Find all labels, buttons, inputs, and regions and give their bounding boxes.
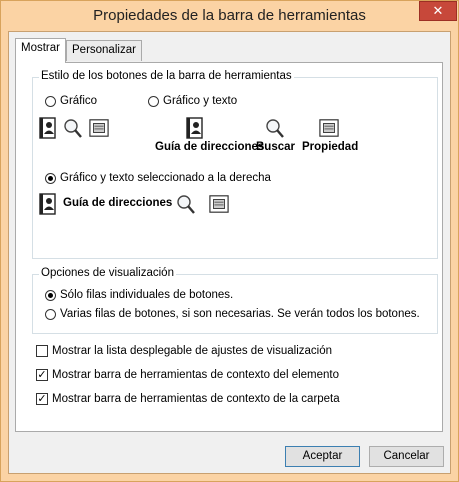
address-book-icon [185, 117, 205, 139]
search-icon [63, 117, 83, 139]
radio-texto-derecha-circle[interactable] [45, 172, 56, 184]
preview-right-label: Guía de direcciones [63, 197, 173, 209]
radio-filas-individuales-label: Sólo filas individuales de botones. [60, 289, 234, 301]
properties-icon [209, 193, 229, 215]
preview-label-propiedad: Propiedad [302, 141, 359, 153]
checkbox-contexto-elemento[interactable]: ✓ Mostrar barra de herramientas de conte… [36, 369, 339, 381]
search-icon [176, 193, 196, 215]
radio-varias-filas-label: Varias filas de botones, si son necesari… [60, 308, 420, 320]
checkbox-contexto-carpeta-label: Mostrar barra de herramientas de context… [52, 393, 340, 405]
radio-grafico-y-texto-label: Gráfico y texto [163, 95, 238, 107]
tab-personalizar[interactable]: Personalizar [66, 40, 142, 61]
checkbox-lista-ajustes-box[interactable] [36, 345, 48, 357]
ok-button[interactable]: Aceptar [285, 446, 360, 467]
radio-grafico-circle[interactable] [45, 95, 56, 107]
preview-label-buscar: Buscar [256, 141, 295, 153]
cancel-button[interactable]: Cancelar [369, 446, 444, 467]
button-style-group: Estilo de los botones de la barra de her… [32, 70, 438, 259]
title-bar[interactable]: Propiedades de la barra de herramientas … [1, 1, 458, 31]
search-icon [265, 117, 285, 139]
radio-grafico-label: Gráfico [60, 95, 98, 107]
checkbox-contexto-carpeta[interactable]: ✓ Mostrar barra de herramientas de conte… [36, 393, 340, 405]
tab-mostrar[interactable]: Mostrar [15, 38, 66, 63]
radio-varias-filas-circle[interactable] [45, 308, 56, 320]
window-title: Propiedades de la barra de herramientas [93, 7, 366, 24]
radio-grafico-y-texto-circle[interactable] [148, 95, 159, 107]
dialog-client: Mostrar Personalizar Estilo de los boton… [8, 31, 451, 474]
radio-grafico[interactable]: Gráfico [45, 95, 97, 107]
radio-grafico-y-texto[interactable]: Gráfico y texto [148, 95, 237, 107]
close-button[interactable]: ✕ [419, 1, 457, 21]
address-book-icon [38, 117, 58, 139]
preview-label-guia: Guía de direcciones [155, 141, 265, 153]
dialog-window: Propiedades de la barra de herramientas … [0, 0, 459, 482]
radio-filas-individuales[interactable]: Sólo filas individuales de botones. [45, 289, 233, 301]
address-book-icon [38, 193, 58, 215]
checkbox-lista-ajustes[interactable]: Mostrar la lista desplegable de ajustes … [36, 345, 332, 357]
display-options-group: Opciones de visualización Sólo filas ind… [32, 267, 438, 334]
checkbox-contexto-carpeta-box[interactable]: ✓ [36, 393, 48, 405]
checkbox-lista-ajustes-label: Mostrar la lista desplegable de ajustes … [52, 345, 332, 357]
radio-filas-individuales-circle[interactable] [45, 289, 56, 301]
radio-texto-derecha-label: Gráfico y texto seleccionado a la derech… [60, 172, 271, 184]
properties-icon [319, 117, 339, 139]
display-options-group-title: Opciones de visualización [39, 267, 176, 279]
checkbox-contexto-elemento-label: Mostrar barra de herramientas de context… [52, 369, 340, 381]
radio-varias-filas[interactable]: Varias filas de botones, si son necesari… [45, 308, 420, 320]
checkbox-contexto-elemento-box[interactable]: ✓ [36, 369, 48, 381]
tab-panel-mostrar: Estilo de los botones de la barra de her… [15, 62, 443, 432]
radio-texto-derecha[interactable]: Gráfico y texto seleccionado a la derech… [45, 172, 271, 184]
properties-icon [89, 117, 109, 139]
button-style-group-title: Estilo de los botones de la barra de her… [39, 70, 294, 82]
